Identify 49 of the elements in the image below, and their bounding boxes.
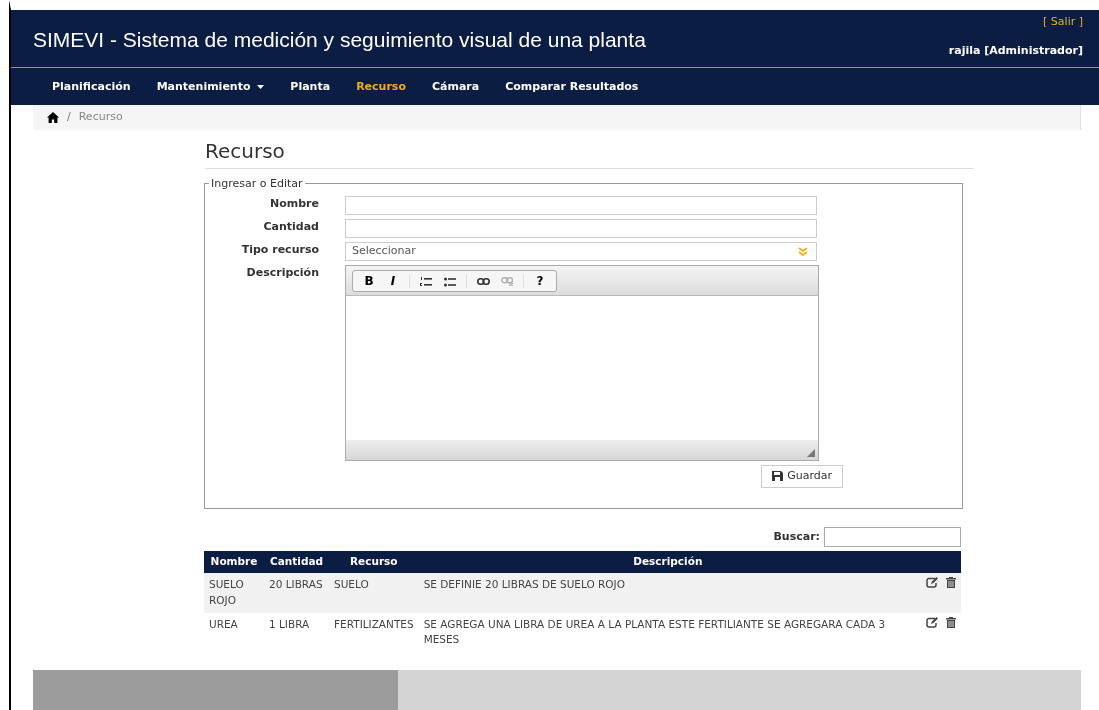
nav-item[interactable]: Mantenimiento xyxy=(143,68,278,105)
table-cell: 1 LIBRA xyxy=(264,612,329,652)
save-button[interactable]: Guardar xyxy=(761,465,843,488)
table-cell: SUELO ROJO xyxy=(204,573,264,613)
column-header[interactable]: Cantidad xyxy=(264,551,329,573)
search-label: Buscar: xyxy=(773,528,820,545)
search-field[interactable] xyxy=(824,527,961,547)
table-cell: SE AGREGA UNA LIBRA DE UREA A LA PLANTA ESTE FERTILIANTE SE AGREGARA CADA 3 MESES xyxy=(418,612,917,652)
table-cell: SE DEFINIE 20 LIBRAS DE SUELO ROJO xyxy=(418,573,917,613)
ordered-list-icon xyxy=(420,276,432,287)
column-header[interactable]: Descripción xyxy=(418,551,917,573)
link-icon xyxy=(476,278,490,285)
toolbar-button[interactable]: B xyxy=(357,271,381,291)
column-header[interactable]: Recurso xyxy=(329,551,419,573)
field-label: Tipo recurso xyxy=(240,242,320,258)
app-title: SIMEVI - Sistema de medición y seguimiento visual de una planta xyxy=(32,27,646,53)
nav-item[interactable]: Cámara xyxy=(418,68,493,105)
table-cell: SUELO xyxy=(329,573,419,613)
field-label: Nombre xyxy=(269,196,320,212)
breadcrumb-separator: / xyxy=(67,109,71,126)
save-icon xyxy=(772,471,784,482)
table-cell: UREA xyxy=(204,612,264,652)
table-cell: FERTILIZANTES xyxy=(329,612,419,652)
logout-link[interactable]: [ Salir ] xyxy=(1043,14,1083,31)
bullet-list-icon xyxy=(444,276,456,287)
edit-icon[interactable] xyxy=(926,577,938,588)
unlink-icon xyxy=(500,277,514,286)
input-field[interactable] xyxy=(345,196,817,215)
field-label: Cantidad xyxy=(262,219,320,235)
chevron-down-icon xyxy=(798,247,808,256)
page-title: Recurso xyxy=(205,130,974,169)
trash-icon[interactable] xyxy=(946,616,956,628)
nav-item[interactable]: Planta xyxy=(277,68,344,105)
nav-item[interactable]: Recurso xyxy=(343,68,419,105)
input-field[interactable] xyxy=(345,219,817,238)
nav-item[interactable]: Comparar Resultados xyxy=(492,68,652,105)
toolbar-button[interactable]: I xyxy=(381,271,405,291)
edit-icon[interactable] xyxy=(926,616,938,628)
nav-item[interactable]: Planificación xyxy=(39,68,144,105)
home-icon[interactable] xyxy=(47,112,59,123)
resize-handle-icon[interactable] xyxy=(807,449,815,457)
column-header[interactable]: Nombre xyxy=(204,551,264,573)
field-label: Descripción xyxy=(245,265,320,281)
table-cell: 20 LIBRAS xyxy=(264,573,329,613)
trash-icon[interactable] xyxy=(946,577,956,588)
select-field[interactable]: Seleccionar xyxy=(345,242,817,261)
user-label: rajila [Administrador] xyxy=(948,42,1083,59)
breadcrumb-item: Recurso xyxy=(78,109,123,126)
toolbar-button[interactable]: ? xyxy=(528,271,552,291)
